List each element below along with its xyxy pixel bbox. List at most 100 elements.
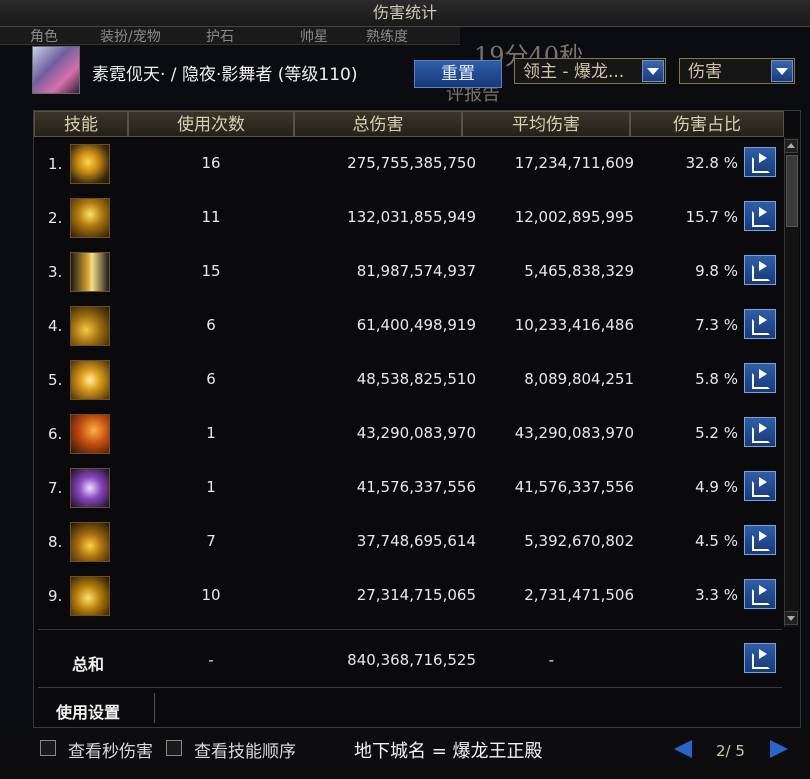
avatar [32, 46, 80, 94]
total-damage: 840,368,716,525 [347, 651, 476, 669]
skill-order-checkbox[interactable] [166, 740, 182, 756]
row-index: 3. [48, 263, 63, 281]
row-uses: 1 [206, 478, 216, 496]
table-row: 4. 6 61,400,498,919 10,233,416,486 7.3 % [34, 299, 784, 353]
share-icon[interactable] [744, 643, 776, 673]
bg-tab-3: 护石 [206, 29, 234, 45]
skill-icon-2 [70, 198, 110, 238]
row-total: 48,538,825,510 [356, 370, 476, 388]
skill-icon-9 [70, 576, 110, 616]
header-uses[interactable]: 使用次数 [128, 111, 294, 137]
row-index: 2. [48, 209, 63, 227]
row-uses: 10 [201, 586, 221, 604]
share-icon[interactable] [744, 255, 776, 285]
share-icon[interactable] [744, 417, 776, 447]
reset-button[interactable]: 重置 [414, 60, 502, 88]
row-total: 81,987,574,937 [356, 262, 476, 280]
divider [38, 629, 782, 630]
scrollbar-thumb[interactable] [786, 155, 798, 227]
row-pct: 5.8 % [695, 370, 738, 388]
player-name: 素霓伣天· / 隐夜·影舞者 (等级110) [92, 65, 358, 85]
row-avg: 12,002,895,995 [514, 208, 634, 226]
total-avg: - [548, 651, 554, 669]
table-row: 1. 16 275,755,385,750 17,234,711,609 32.… [34, 137, 784, 191]
row-total: 37,748,695,614 [356, 532, 476, 550]
window-title-bar[interactable]: 伤害统计 [0, 0, 810, 27]
row-total: 43,290,083,970 [356, 424, 476, 442]
skill-icon-7 [70, 468, 110, 508]
dps-checkbox[interactable] [40, 740, 56, 756]
row-index: 9. [48, 587, 63, 605]
bottom-bar: 查看秒伤害 查看技能顺序 地下城名 = 爆龙王正殿 2/ 5 [0, 730, 810, 779]
page-indicator: 2/ 5 [716, 742, 745, 760]
row-pct: 32.8 % [685, 154, 738, 172]
player-row: 素霓伣天· / 隐夜·影舞者 (等级110) [32, 46, 782, 94]
header-total[interactable]: 总伤害 [294, 111, 462, 137]
scroll-up-arrow-icon[interactable] [784, 139, 798, 153]
row-index: 8. [48, 533, 63, 551]
total-uses: - [208, 651, 214, 669]
bg-tab-4: 帅星 [300, 29, 328, 45]
row-uses: 6 [206, 370, 216, 388]
table-row: 3. 15 81,987,574,937 5,465,838,329 9.8 % [34, 245, 784, 299]
damage-type-select[interactable]: 伤害 [679, 58, 795, 84]
row-pct: 4.5 % [695, 532, 738, 550]
share-icon[interactable] [744, 525, 776, 555]
table-row: 7. 1 41,576,337,556 41,576,337,556 4.9 % [34, 461, 784, 515]
bg-tab-1: 角色 [30, 29, 58, 45]
total-label: 总和 [72, 655, 105, 674]
row-total: 61,400,498,919 [356, 316, 476, 334]
row-pct: 15.7 % [685, 208, 738, 226]
header-pct[interactable]: 伤害占比 [630, 111, 784, 137]
table-row: 2. 11 132,031,855,949 12,002,895,995 15.… [34, 191, 784, 245]
damage-table-panel: 技能 使用次数 总伤害 平均伤害 伤害占比 1. 16 275,755,385,… [33, 110, 801, 728]
page-prev-icon[interactable] [674, 740, 692, 758]
share-icon[interactable] [744, 471, 776, 501]
table-row: 8. 7 37,748,695,614 5,392,670,802 4.5 % [34, 515, 784, 569]
scroll-down-arrow-icon[interactable] [784, 611, 798, 625]
row-avg: 5,465,838,329 [524, 262, 634, 280]
bg-tab-5: 熟练度 [366, 29, 408, 45]
row-index: 7. [48, 479, 63, 497]
settings-tab[interactable]: 使用设置 [56, 699, 120, 723]
dps-checkbox-label[interactable]: 查看秒伤害 [68, 737, 153, 762]
share-icon[interactable] [744, 363, 776, 393]
row-uses: 1 [206, 424, 216, 442]
header-skill[interactable]: 技能 [34, 111, 128, 137]
row-avg: 17,234,711,609 [514, 154, 634, 172]
row-avg: 8,089,804,251 [524, 370, 634, 388]
row-total: 132,031,855,949 [347, 208, 476, 226]
header-avg[interactable]: 平均伤害 [462, 111, 630, 137]
skill-icon-4 [70, 306, 110, 346]
skill-icon-3 [70, 252, 110, 292]
row-index: 6. [48, 425, 63, 443]
row-avg: 10,233,416,486 [514, 316, 634, 334]
skill-icon-1 [70, 144, 110, 184]
row-uses: 7 [206, 532, 216, 550]
row-avg: 43,290,083,970 [514, 424, 634, 442]
chevron-down-icon[interactable] [642, 60, 664, 82]
divider [38, 687, 782, 688]
chevron-down-icon[interactable] [771, 60, 793, 82]
divider [154, 693, 155, 723]
skill-icon-5 [70, 360, 110, 400]
boss-select[interactable]: 领主 - 爆龙... [514, 58, 666, 84]
row-avg: 2,731,471,506 [524, 586, 634, 604]
page-next-icon[interactable] [770, 740, 788, 758]
row-pct: 5.2 % [695, 424, 738, 442]
row-uses: 15 [201, 262, 221, 280]
row-avg: 41,576,337,556 [514, 478, 634, 496]
row-total: 275,755,385,750 [347, 154, 476, 172]
skill-order-checkbox-label[interactable]: 查看技能顺序 [194, 737, 296, 762]
row-uses: 6 [206, 316, 216, 334]
row-uses: 11 [201, 208, 221, 226]
share-icon[interactable] [744, 579, 776, 609]
share-icon[interactable] [744, 309, 776, 339]
row-index: 5. [48, 371, 63, 389]
share-icon[interactable] [744, 147, 776, 177]
damage-type-select-value: 伤害 [688, 62, 722, 82]
share-icon[interactable] [744, 201, 776, 231]
background-tabs: 角色 装扮/宠物 护石 帅星 熟练度 [0, 24, 460, 45]
row-avg: 5,392,670,802 [524, 532, 634, 550]
table-header: 技能 使用次数 总伤害 平均伤害 伤害占比 [34, 111, 784, 137]
